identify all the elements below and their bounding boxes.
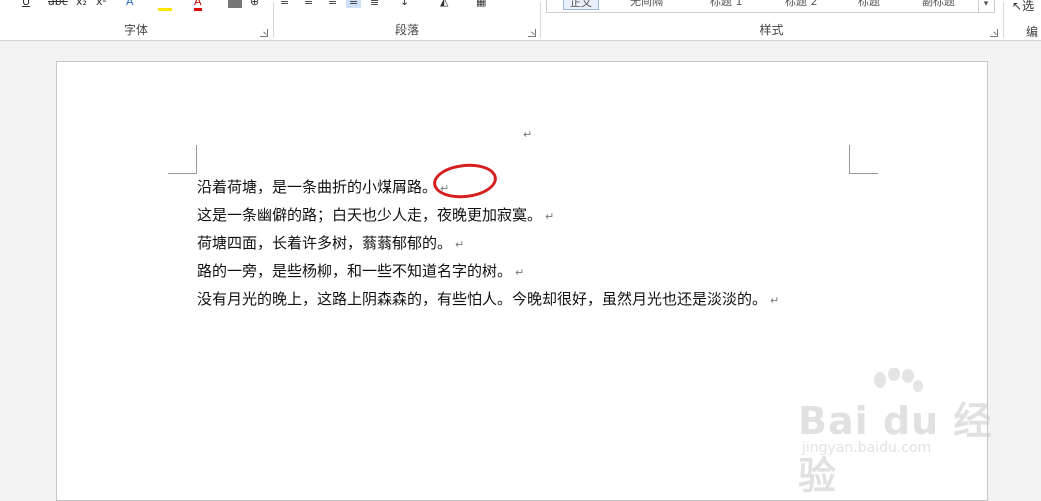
highlight-color-icon[interactable] — [158, 0, 172, 11]
align-center-icon[interactable]: ≡ — [304, 0, 313, 8]
text-line[interactable]: 没有月光的晚上，这路上阴森森的，有些怕人。今晚却很好，虽然月光也还是淡淡的。 ↵ — [197, 286, 779, 314]
paragraph-group: ≡ ≡ ≡ ≡ ≣ ↕ ◭ ▦ 段落 — [274, 0, 540, 40]
paragraph-mark: ↵ — [770, 294, 780, 307]
font-group-label: 字体 — [123, 23, 148, 37]
character-shading-icon[interactable] — [228, 0, 242, 8]
styles-dialog-launcher-icon[interactable] — [990, 29, 998, 37]
paragraph-group-label: 段落 — [394, 23, 419, 37]
watermark-url: jingyan.baidu.com — [802, 440, 932, 456]
line-spacing-icon[interactable]: ↕ — [400, 0, 409, 8]
subscript-button[interactable]: x₂ — [76, 0, 87, 8]
paragraph-mark: ↵ — [545, 210, 555, 223]
group-divider — [1003, 2, 1004, 38]
text-line[interactable]: 这是一条幽僻的路；白天也少人走，夜晚更加寂寞。 ↵ — [197, 202, 779, 230]
select-button[interactable]: ↖选 — [1012, 0, 1034, 14]
styles-group: 样式 — [541, 0, 1002, 40]
styles-group-label: 样式 — [759, 23, 784, 37]
paragraph-dialog-launcher-icon[interactable] — [528, 29, 536, 37]
borders-icon[interactable]: ▦ — [476, 0, 486, 8]
font-group: U abc x₂ x² A A ⊕ 字体 — [0, 0, 272, 40]
enclose-characters-icon[interactable]: ⊕ — [250, 0, 259, 8]
margin-corner-top-right — [849, 145, 878, 174]
text-effects-button[interactable]: A — [126, 0, 134, 8]
ribbon: U abc x₂ x² A A ⊕ 字体 ≡ ≡ ≡ ≡ ≣ ↕ ◭ ▦ 段落 … — [0, 0, 1041, 41]
header-paragraph-mark: ↵ — [523, 128, 533, 141]
text-line[interactable]: 荷塘四面，长着许多树，蓊蓊郁郁的。 ↵ — [197, 230, 779, 258]
superscript-button[interactable]: x² — [96, 0, 107, 8]
strikethrough-button[interactable]: abc — [48, 0, 68, 8]
margin-corner-top-left — [168, 145, 197, 174]
font-dialog-launcher-icon[interactable] — [260, 29, 268, 37]
font-color-button[interactable]: A — [194, 0, 202, 11]
editing-group-label: 编 — [1026, 25, 1039, 39]
underline-button[interactable]: U — [22, 0, 30, 8]
text-line[interactable]: 路的一旁，是些杨柳，和一些不知道名字的树。 ↵ — [197, 258, 779, 286]
cursor-icon: ↖ — [1012, 0, 1023, 13]
document-body[interactable]: 沿着荷塘，是一条曲折的小煤屑路。 ↵ 这是一条幽僻的路；白天也少人走，夜晚更加寂寞… — [197, 174, 779, 314]
shading-icon[interactable]: ◭ — [440, 0, 448, 8]
distributed-icon[interactable]: ≣ — [370, 0, 379, 8]
paragraph-mark: ↵ — [515, 266, 525, 279]
align-right-icon[interactable]: ≡ — [328, 0, 337, 8]
paragraph-mark: ↵ — [455, 238, 465, 251]
justify-icon[interactable]: ≡ — [346, 0, 362, 8]
baidu-watermark: Bai du 经验 jingyan.baidu.com — [798, 368, 1018, 498]
align-left-icon[interactable]: ≡ — [280, 0, 289, 8]
